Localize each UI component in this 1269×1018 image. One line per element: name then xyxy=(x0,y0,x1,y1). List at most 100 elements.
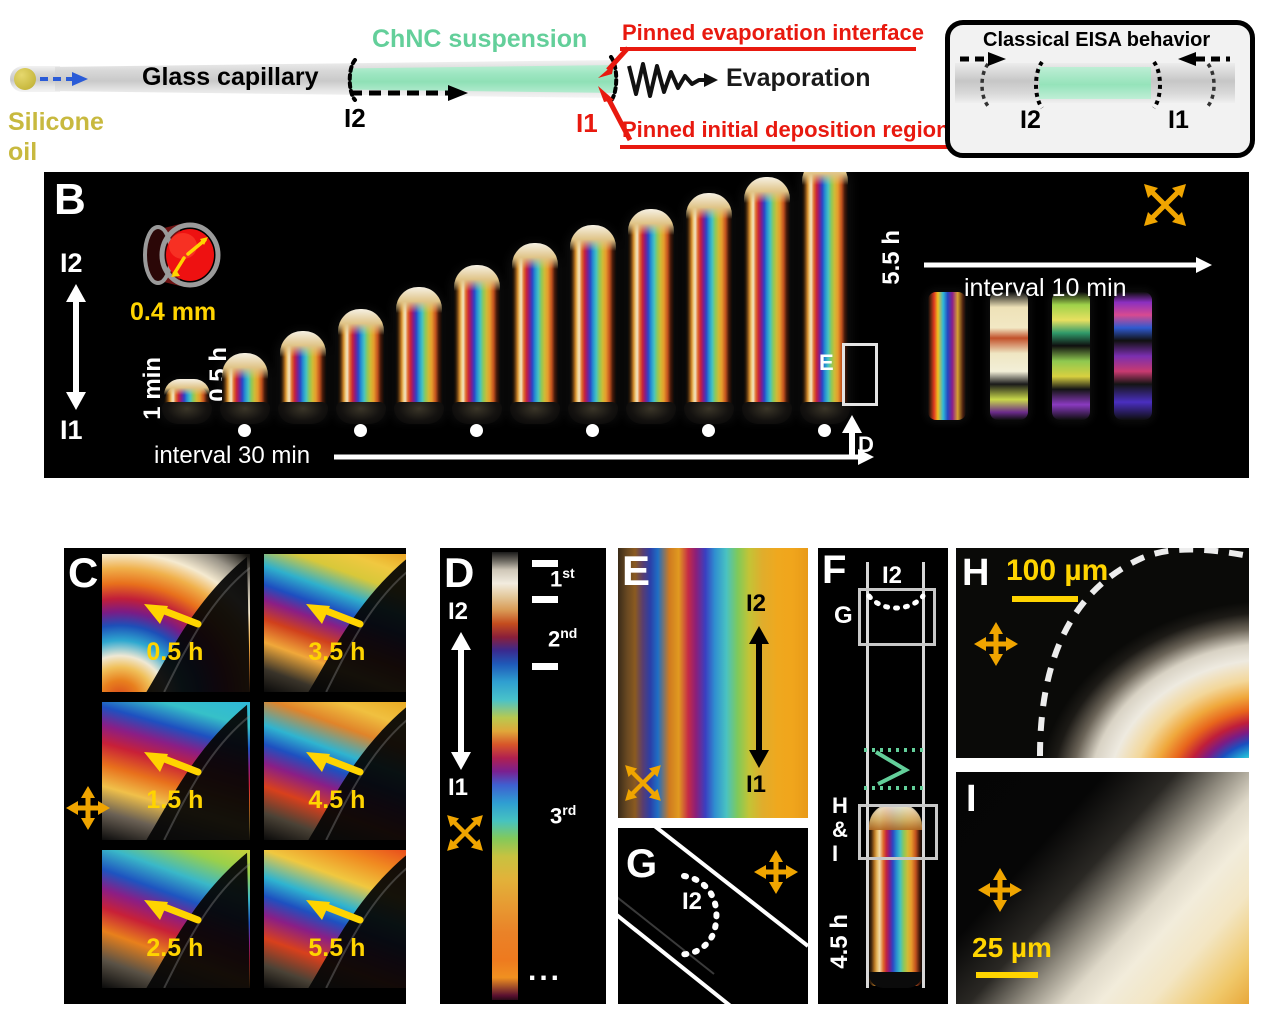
panel-d-ellipsis: ... xyxy=(528,954,563,987)
panel-f-inset-hi-label: H & I xyxy=(832,794,848,866)
panel-c-tile: 0.5 h xyxy=(102,554,250,692)
panel-d-pitch-strip xyxy=(492,552,518,1000)
panel-d-i2-label: I2 xyxy=(448,598,469,625)
panel-b-dot-marker xyxy=(586,424,599,437)
panel-c-tile-time-label: 0.5 h xyxy=(146,637,204,666)
panel-h-crossed-polarizer-plus-icon xyxy=(974,622,1018,666)
panel-f-time-label: 4.5 h xyxy=(826,914,853,969)
panel-c-tile-arrow-icon xyxy=(144,752,202,776)
panel-c-tile-time-label: 4.5 h xyxy=(308,785,366,814)
panel-d-order-1: 1st xyxy=(550,566,575,590)
panel-d-tick-2 xyxy=(532,596,558,603)
panel-d-tick-3 xyxy=(532,663,558,670)
panel-h-scalebar xyxy=(1012,596,1078,602)
panel-b-dot-marker xyxy=(470,424,483,437)
panel-f-lower-column-base xyxy=(869,972,922,988)
panel-c-letter: C xyxy=(68,549,99,596)
silicone-oil-label-line1: Silicone xyxy=(8,108,104,136)
panel-c-tile-arrow-icon xyxy=(306,604,364,628)
panel-d-order-2-base: 2 xyxy=(548,626,561,652)
panel-b: B I2 I1 0.4 mm 1 min 0.5 h 5.5 h E D int… xyxy=(44,172,1249,478)
panel-c-tile-time-label: 2.5 h xyxy=(146,933,204,962)
panel-e-i1-label: I1 xyxy=(746,771,767,798)
panel-i-scalebar-label: 25 µm xyxy=(972,932,1052,963)
panel-b-dot-marker xyxy=(238,424,251,437)
classical-eisa-i1-label: I1 xyxy=(1168,106,1189,134)
silicone-oil-plug xyxy=(14,68,36,90)
panel-a-i1-label: I1 xyxy=(576,108,598,138)
silicone-oil-label-line2: oil xyxy=(8,138,38,166)
panel-d-order-3: 3rd xyxy=(550,803,576,827)
panel-e: E I2 I1 xyxy=(618,548,808,818)
panel-f-inset-g-label: G xyxy=(834,602,853,629)
panel-f-i2-label: I2 xyxy=(882,562,903,589)
panel-b-dot-markers xyxy=(44,172,1249,472)
panel-c-tile: 2.5 h xyxy=(102,850,250,988)
panel-f-break-symbol-icon xyxy=(864,748,926,790)
panel-b-interval-right-arrow-icon xyxy=(924,257,1212,273)
panel-i-crossed-polarizer-plus-icon xyxy=(978,868,1022,912)
panel-d-crossed-polarizer-x-icon xyxy=(447,815,483,851)
panel-f-letter: F xyxy=(822,548,847,592)
pinned-evaporation-interface-label: Pinned evaporation interface xyxy=(622,20,924,45)
panel-a-i2-label: I2 xyxy=(344,103,366,133)
panel-h-letter: H xyxy=(962,552,990,594)
panel-f-inset-hi-line1: H xyxy=(832,793,848,818)
panel-d-axis-arrow-icon xyxy=(451,632,471,770)
panel-d: D I2 I1 1st 2nd 3rd ... xyxy=(440,548,606,1004)
classical-eisa-right-arrow-icon xyxy=(1178,52,1230,66)
panel-d-order-3-base: 3 xyxy=(550,803,563,829)
panel-g-letter: G xyxy=(626,842,658,886)
crossed-polarizer-plus-icon xyxy=(66,786,110,830)
panel-d-order-2-sup: nd xyxy=(560,625,578,641)
panel-c-tile: 4.5 h xyxy=(264,702,406,840)
panel-e-i2-label: I2 xyxy=(746,590,767,617)
panel-f-inset-hi-line3: I xyxy=(832,841,839,866)
panel-c-tile-arrow-icon xyxy=(144,900,202,924)
pinned-evaporation-pointer-icon xyxy=(598,46,630,78)
panel-f-inset-hi-line2: & xyxy=(832,817,848,842)
glass-capillary-label: Glass capillary xyxy=(142,63,319,91)
classical-eisa-i2-label: I2 xyxy=(1020,106,1041,134)
panel-c-tile-time-label: 3.5 h xyxy=(308,637,366,666)
panel-e-letter: E xyxy=(622,548,651,594)
panel-i-letter: I xyxy=(966,778,977,820)
panel-d-letter: D xyxy=(444,549,475,596)
panel-c: C 0.5 h 3.5 h 1.5 h 4.5 h 2.5 h 5.5 h xyxy=(64,548,406,1004)
panel-d-order-2: 2nd xyxy=(548,626,577,650)
panel-f-inset-hi-box xyxy=(858,804,938,860)
panel-a: A Glass capillary ChNC suspension I2 I1 … xyxy=(0,0,1269,168)
panel-h-scalebar-label: 100 µm xyxy=(1006,554,1109,587)
panel-f-inset-g-box xyxy=(858,588,936,646)
panel-d-order-1-base: 1 xyxy=(550,566,563,592)
panel-c-tile-arrow-icon xyxy=(306,900,364,924)
panel-i: I 25 µm xyxy=(956,772,1249,1004)
panel-c-tile-arrow-icon xyxy=(144,604,202,628)
panel-e-crossed-polarizer-x-icon xyxy=(625,765,661,801)
pinned-initial-deposition-label: Pinned initial deposition region xyxy=(622,117,950,142)
panel-c-tile-time-label: 1.5 h xyxy=(146,785,204,814)
panel-c-tile: 3.5 h xyxy=(264,554,406,692)
panel-b-dot-marker xyxy=(702,424,715,437)
evaporation-squiggle-icon xyxy=(627,62,718,98)
panel-b-interval-right-label: interval 10 min xyxy=(964,274,1127,302)
classical-eisa-left-arrow-icon xyxy=(960,52,1006,66)
panel-f: F I2 G H & I 4.5 h xyxy=(818,548,948,1004)
oil-flow-arrow-icon xyxy=(40,72,88,86)
panel-g: G I2 xyxy=(618,828,808,1004)
panel-b-dot-marker xyxy=(818,424,831,437)
panel-b-dot-marker xyxy=(354,424,367,437)
panel-c-tile: 5.5 h xyxy=(264,850,406,988)
evaporation-label: Evaporation xyxy=(726,64,871,92)
classical-eisa-title: Classical EISA behavior xyxy=(983,29,1211,51)
panel-h: H 100 µm xyxy=(956,548,1249,758)
panel-i-scalebar xyxy=(976,972,1038,978)
panel-c-tile-arrow-icon xyxy=(306,752,364,776)
panel-d-order-3-sup: rd xyxy=(562,802,577,818)
pinned-evaporation-underline xyxy=(620,47,916,51)
panel-a-letter: A xyxy=(44,3,78,55)
panel-b-interval-left-arrow-icon xyxy=(334,449,874,465)
panel-b-interval-left-label: interval 30 min xyxy=(154,442,311,469)
panel-g-crossed-polarizer-plus-icon xyxy=(754,850,798,894)
pinned-initial-deposition-underline xyxy=(620,145,954,149)
